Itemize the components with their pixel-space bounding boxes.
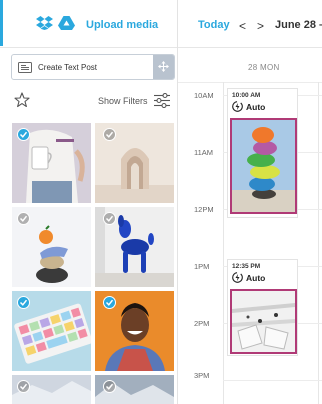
hour-label: 3PM	[194, 371, 210, 380]
create-text-post-label: Create Text Post	[38, 63, 97, 72]
post-mode: Auto	[246, 273, 266, 283]
unselected-check-icon[interactable]	[103, 380, 116, 393]
media-tile-person-mug[interactable]	[12, 123, 91, 203]
unselected-check-icon[interactable]	[103, 212, 116, 225]
text-post-icon	[18, 62, 32, 73]
auto-publish-icon	[232, 101, 243, 112]
library-interior-image	[232, 291, 295, 352]
day-header-divider	[178, 82, 322, 83]
show-filters-button[interactable]: Show Filters	[98, 96, 148, 106]
sliders-icon[interactable]	[154, 93, 170, 108]
upload-media-label[interactable]: Upload media	[86, 19, 158, 31]
calendar-panel: Today < > June 28 – 28 MON 10AM 11AM 12P…	[178, 0, 322, 404]
next-week-button[interactable]: >	[257, 19, 264, 33]
media-tile-stacked-rocks[interactable]	[12, 207, 91, 287]
media-tile-smiling-woman[interactable]	[95, 291, 174, 371]
move-icon	[158, 61, 169, 72]
previous-week-button[interactable]: <	[239, 19, 246, 33]
media-tile-balloon-dog[interactable]	[95, 207, 174, 287]
time-column-divider	[223, 82, 224, 404]
unselected-check-icon[interactable]	[17, 380, 30, 393]
scheduled-post-card[interactable]: 12:35 PM Auto	[227, 259, 298, 356]
today-button[interactable]: Today	[198, 19, 230, 31]
media-tile-landscape-2[interactable]	[95, 375, 174, 404]
hour-label: 2PM	[194, 319, 210, 328]
drag-handle[interactable]	[153, 55, 174, 79]
hour-label: 10AM	[194, 91, 214, 100]
post-thumbnail[interactable]	[230, 289, 297, 354]
colorful-rocks-image	[232, 120, 295, 212]
hour-label: 1PM	[194, 262, 210, 271]
unselected-check-icon[interactable]	[103, 128, 116, 141]
media-sidebar: Upload media Create Text Post Show Filte…	[0, 0, 178, 404]
star-icon[interactable]	[14, 92, 30, 108]
upload-media-row[interactable]: Upload media	[0, 0, 177, 48]
post-thumbnail[interactable]	[230, 118, 297, 214]
media-tile-keyboard[interactable]	[12, 291, 91, 371]
selected-check-icon[interactable]	[17, 296, 30, 309]
media-tile-arch-sculpture[interactable]	[95, 123, 174, 203]
hour-label: 11AM	[194, 148, 214, 157]
create-text-post-button[interactable]: Create Text Post	[11, 54, 175, 80]
day-column-header: 28 MON	[248, 63, 280, 72]
hour-label: 12PM	[194, 205, 214, 214]
scheduled-post-card[interactable]: 10:00 AM Auto	[227, 88, 298, 218]
selected-check-icon[interactable]	[103, 296, 116, 309]
google-drive-icon[interactable]	[58, 16, 75, 30]
day-column-divider	[318, 82, 319, 404]
dropbox-icon[interactable]	[36, 16, 53, 30]
post-mode: Auto	[246, 102, 266, 112]
auto-publish-icon	[232, 272, 243, 283]
hour-line	[223, 380, 322, 381]
post-time: 12:35 PM	[232, 263, 261, 270]
filter-row: Show Filters	[0, 86, 177, 116]
selected-check-icon[interactable]	[17, 128, 30, 141]
date-range-label: June 28 –	[275, 19, 322, 31]
post-time: 10:00 AM	[232, 92, 261, 99]
calendar-header: Today < > June 28 –	[178, 0, 322, 48]
app-window: Upload media Create Text Post Show Filte…	[0, 0, 322, 404]
unselected-check-icon[interactable]	[17, 212, 30, 225]
media-tile-landscape-1[interactable]	[12, 375, 91, 404]
